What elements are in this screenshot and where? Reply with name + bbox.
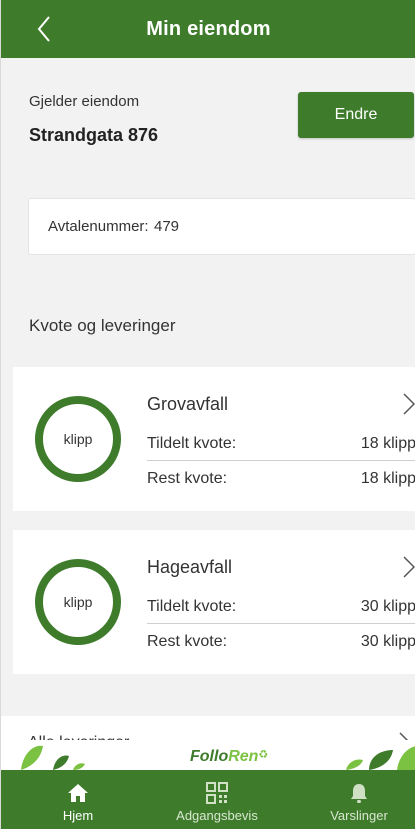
- quota-ring: klipp: [35, 559, 121, 645]
- tab-hjem[interactable]: Hjem: [53, 770, 103, 829]
- change-property-button[interactable]: Endre: [298, 92, 414, 138]
- folloren-logo: FolloRen♻: [190, 748, 268, 766]
- allocated-value: 30 klipp: [360, 598, 415, 615]
- ring-label: klipp: [63, 594, 93, 610]
- section-title: Kvote og leveringer: [29, 316, 176, 335]
- logo-text-part1: Follo: [190, 748, 229, 765]
- allocated-label: Tildelt kvote:: [147, 435, 237, 452]
- bell-icon: [351, 784, 367, 803]
- agreement-card: Avtalenummer: 479: [28, 198, 415, 255]
- quota-card-grovavfall[interactable]: klipp Grovavfall Tildelt kvote: 18 klipp…: [13, 367, 415, 511]
- tab-label: Hjem: [62, 808, 94, 823]
- remaining-label: Rest kvote:: [147, 633, 228, 650]
- property-address: Strandgata 876: [29, 125, 159, 145]
- tab-label: Adgangsbevis: [176, 808, 258, 823]
- remaining-label: Rest kvote:: [147, 470, 228, 487]
- bottom-tab-bar: Hjem Adgangsbevis Varslinger: [1, 770, 415, 829]
- tab-label: Varslinger: [330, 808, 388, 823]
- quota-card-hageavfall[interactable]: klipp Hageavfall Tildelt kvote: 30 klipp…: [13, 530, 415, 674]
- page-title: Min eiendom: [146, 18, 271, 40]
- allocated-value: 18 klipp: [360, 435, 415, 452]
- allocated-quota-row: Tildelt kvote: 18 klipp: [147, 427, 415, 461]
- allocated-quota-row: Tildelt kvote: 30 klipp: [147, 590, 415, 624]
- recycle-icon: ♻: [258, 749, 269, 761]
- top-app-bar: Min eiendom: [1, 0, 415, 58]
- agreement-number: 479: [154, 218, 180, 235]
- quota-name: Grovavfall: [147, 394, 229, 414]
- qr-code-icon: [206, 782, 228, 804]
- remaining-quota-row: Rest kvote: 18 klipp: [147, 462, 415, 496]
- remaining-quota-row: Rest kvote: 30 klipp: [147, 625, 415, 659]
- agreement-label: Avtalenummer:: [48, 218, 149, 235]
- quota-name: Hageavfall: [147, 557, 233, 577]
- property-label: Gjelder eiendom: [29, 93, 140, 110]
- chevron-right-icon: [403, 556, 415, 578]
- remaining-value: 18 klipp: [360, 470, 415, 487]
- ring-label: klipp: [63, 431, 93, 447]
- tab-adgangsbevis[interactable]: Adgangsbevis: [169, 770, 265, 829]
- chevron-right-icon: [403, 393, 415, 415]
- tab-varslinger[interactable]: Varslinger: [319, 770, 399, 829]
- allocated-label: Tildelt kvote:: [147, 598, 237, 615]
- app-screen: Min eiendom Gjelder eiendom Strandgata 8…: [0, 0, 415, 829]
- remaining-value: 30 klipp: [360, 633, 415, 650]
- quota-ring: klipp: [35, 396, 121, 482]
- logo-text-part2: Ren: [228, 748, 259, 765]
- home-icon: [68, 784, 88, 802]
